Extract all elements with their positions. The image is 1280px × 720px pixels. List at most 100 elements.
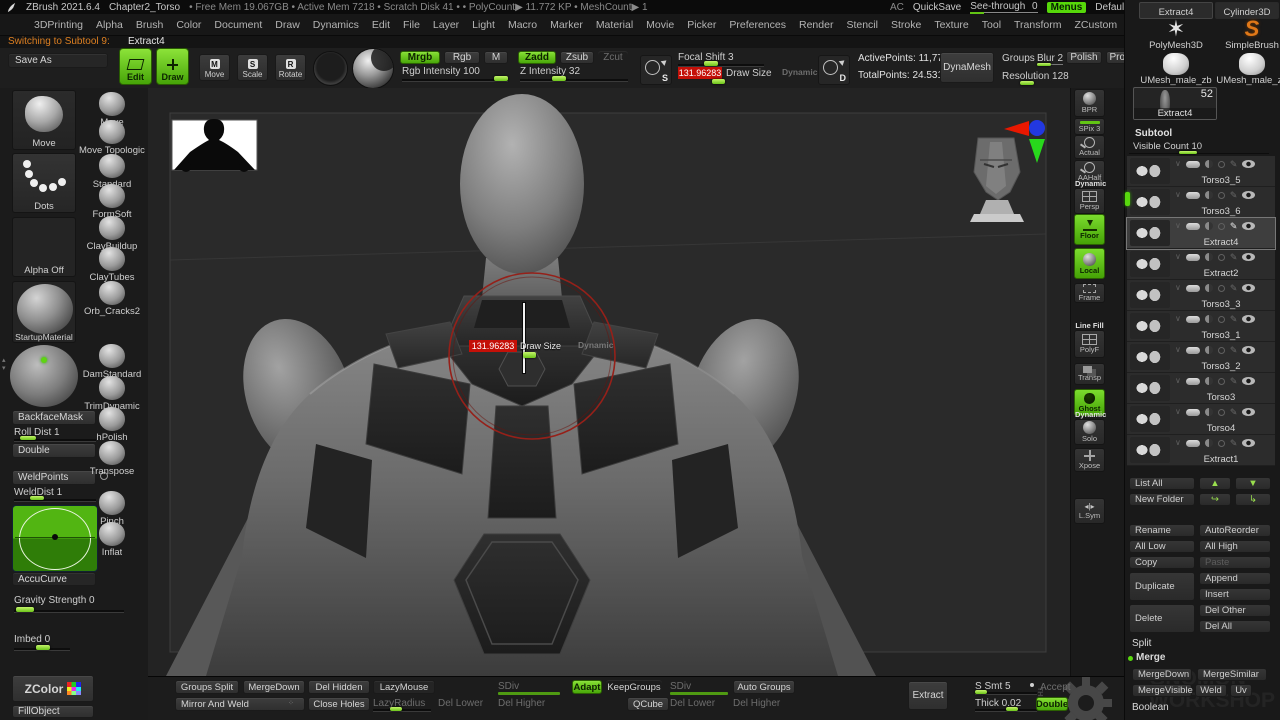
eye-visibility-icon[interactable]: [1242, 253, 1255, 261]
edit-pen-icon[interactable]: ✎: [1230, 284, 1238, 293]
uv-icon[interactable]: [1218, 192, 1225, 199]
weld-button[interactable]: Weld: [1195, 684, 1227, 697]
del-lower-label-2[interactable]: Del Lower: [670, 698, 715, 709]
chevron-down-icon[interactable]: ∨: [1175, 191, 1181, 199]
eye-visibility-icon[interactable]: [1242, 284, 1255, 292]
mergedown-bottom-button[interactable]: MergeDown: [243, 680, 305, 694]
canvas-draw-size-handle[interactable]: [523, 352, 536, 358]
eye-visibility-icon[interactable]: [1242, 408, 1255, 416]
polypaint-icon[interactable]: [1186, 409, 1200, 416]
menu-item[interactable]: Stencil: [846, 19, 878, 31]
stroke-type-button[interactable]: Dots: [12, 153, 76, 213]
menu-item[interactable]: Alpha: [96, 19, 123, 31]
menu-item[interactable]: Brush: [136, 19, 163, 31]
chevron-down-icon[interactable]: ∨: [1175, 253, 1181, 261]
mergesimilar-button[interactable]: MergeSimilar: [1197, 668, 1267, 681]
zcut-button[interactable]: Zcut: [598, 51, 628, 64]
edit-pen-icon[interactable]: ✎: [1230, 315, 1238, 324]
mirror-and-weld-button[interactable]: Mirror And Weld: [175, 697, 305, 711]
strip-toggle-button[interactable]: Dynamic Persp: [1074, 188, 1105, 214]
eye-visibility-icon[interactable]: [1242, 346, 1255, 354]
del-higher-label-2[interactable]: Del Higher: [733, 698, 780, 709]
boolean-section-header[interactable]: Boolean: [1132, 702, 1169, 713]
rename-button[interactable]: Rename: [1129, 524, 1195, 537]
polypaint-icon[interactable]: [1186, 161, 1200, 168]
menu-item[interactable]: Tool: [982, 19, 1001, 31]
menu-item[interactable]: Macro: [508, 19, 537, 31]
rgb-button[interactable]: Rgb: [444, 51, 480, 64]
edit-pen-icon[interactable]: ✎: [1230, 377, 1238, 386]
menu-item[interactable]: Picker: [687, 19, 716, 31]
paste-button[interactable]: Paste: [1199, 556, 1271, 569]
strip-toggle-button[interactable]: Frame: [1074, 283, 1105, 303]
subtool-row[interactable]: ∨ ✎ Torso3_1: [1127, 311, 1275, 342]
uv-icon[interactable]: [1218, 316, 1225, 323]
z-intensity-handle[interactable]: [552, 76, 566, 81]
gravity-handle[interactable]: [16, 607, 34, 612]
menu-item[interactable]: Color: [176, 19, 201, 31]
color-picker[interactable]: [10, 345, 78, 407]
half-visibility-icon[interactable]: [1205, 222, 1213, 230]
focal-shift-handle[interactable]: [704, 61, 718, 66]
brush-item[interactable]: ClayTubes: [80, 247, 144, 283]
eye-visibility-icon[interactable]: [1242, 222, 1255, 230]
half-visibility-icon[interactable]: [1205, 191, 1213, 199]
strip-toggle-button[interactable]: Transp: [1074, 363, 1105, 385]
extract-button[interactable]: Extract: [908, 681, 948, 710]
alpha-button[interactable]: Alpha Off: [12, 217, 76, 277]
panel-divider-arrows-icon[interactable]: ▴▾: [2, 356, 6, 372]
draw-size-value[interactable]: 131.96283: [678, 67, 722, 79]
strip-toggle-button[interactable]: BPR: [1074, 89, 1105, 117]
menus-button[interactable]: Menus: [1047, 2, 1087, 13]
polypaint-icon[interactable]: [1186, 223, 1200, 230]
uv-icon[interactable]: [1218, 409, 1225, 416]
strip-toggle-button[interactable]: Dynamic Solo: [1074, 419, 1105, 445]
subtool-row[interactable]: ∨ ✎ Torso4: [1127, 404, 1275, 435]
strip-toggle-button[interactable]: Local: [1074, 248, 1105, 279]
subtool-row[interactable]: ∨ ✎ Extract4: [1127, 218, 1275, 249]
zsub-button[interactable]: Zsub: [560, 51, 594, 64]
adapt-button[interactable]: Adapt: [572, 680, 602, 694]
brush-item[interactable]: Orb_Cracks2: [80, 281, 144, 317]
chevron-down-icon[interactable]: ∨: [1175, 346, 1181, 354]
dynamic-mode-label[interactable]: Dynamic: [782, 67, 817, 77]
tool-item[interactable]: ✶ PolyMesh3D: [1139, 18, 1213, 51]
strip-toggle-button[interactable]: Xpose: [1074, 448, 1105, 472]
chevron-down-icon[interactable]: ∨: [1175, 160, 1181, 168]
strip-toggle-button[interactable]: ◂|▸ L.Sym: [1074, 498, 1105, 524]
zadd-button[interactable]: Zadd: [518, 51, 556, 64]
double-bottom-button[interactable]: Double: [1036, 697, 1068, 711]
visible-count-handle[interactable]: [1179, 151, 1197, 154]
edit-pen-icon[interactable]: ✎: [1230, 408, 1238, 417]
uv-icon[interactable]: [1218, 254, 1225, 261]
see-through-slider[interactable]: See-through 0: [970, 1, 1037, 13]
tool-item[interactable]: S SimpleBrush: [1215, 18, 1280, 51]
polish-button[interactable]: Polish: [1066, 51, 1102, 64]
del-hidden-button[interactable]: Del Hidden: [308, 680, 370, 694]
uv-icon[interactable]: [1218, 347, 1225, 354]
menu-item[interactable]: 3DPrinting: [34, 19, 83, 31]
edit-pen-icon[interactable]: ✎: [1230, 222, 1238, 231]
menu-item[interactable]: Stroke: [891, 19, 921, 31]
polypaint-icon[interactable]: [1186, 378, 1200, 385]
chevron-down-icon[interactable]: ∨: [1175, 408, 1181, 416]
uv-button[interactable]: Uv: [1230, 684, 1252, 697]
brush-item[interactable]: Inflat: [80, 522, 144, 558]
move-up-button[interactable]: ▲: [1199, 477, 1231, 490]
append-button[interactable]: Append: [1199, 572, 1271, 585]
del-all-button[interactable]: Del All: [1199, 620, 1271, 633]
roll-dist-handle[interactable]: [20, 436, 36, 440]
alpha-preview-icon[interactable]: [313, 51, 348, 86]
close-holes-button[interactable]: Close Holes: [308, 697, 370, 711]
viewport-canvas[interactable]: 131.96283 Draw Size Dynamic ▲▼: [148, 88, 1070, 676]
move-gizmo-button[interactable]: M Move: [199, 54, 230, 81]
canvas-draw-size-value[interactable]: 131.96283: [469, 340, 517, 352]
menu-item[interactable]: Transform: [1014, 19, 1061, 31]
z-intensity-track[interactable]: [520, 79, 628, 81]
chevron-down-icon[interactable]: ∨: [1175, 284, 1181, 292]
edit-pen-icon[interactable]: ✎: [1230, 191, 1238, 200]
uv-icon[interactable]: [1218, 223, 1225, 230]
menu-item[interactable]: Texture: [934, 19, 968, 31]
accucurve-point[interactable]: [52, 534, 58, 540]
half-visibility-icon[interactable]: [1205, 439, 1213, 447]
